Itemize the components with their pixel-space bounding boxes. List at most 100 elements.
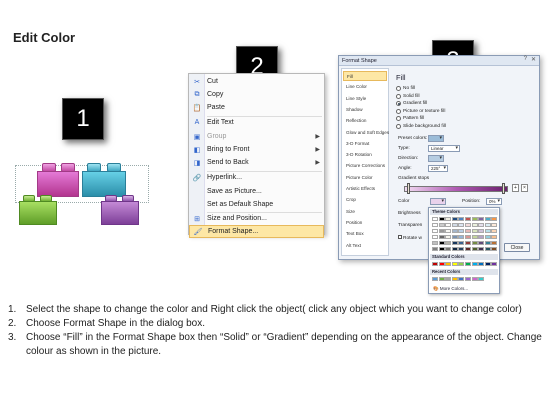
recent-color-swatch[interactable] bbox=[478, 277, 485, 281]
nav-item-position[interactable]: Position bbox=[343, 218, 387, 228]
theme-color-swatch[interactable] bbox=[465, 229, 471, 233]
menu-item-size-and-position[interactable]: ⊞ Size and Position... bbox=[189, 212, 324, 225]
theme-color-swatch[interactable] bbox=[445, 241, 452, 245]
close-icon[interactable]: ✕ bbox=[531, 56, 536, 63]
nav-item-line-color[interactable]: Line Color bbox=[343, 82, 387, 92]
standard-color-swatch[interactable] bbox=[465, 262, 471, 266]
radio-gradient-fill[interactable]: Gradient fill bbox=[396, 100, 427, 107]
theme-color-swatch[interactable] bbox=[432, 247, 438, 251]
nav-item-fill[interactable]: Fill bbox=[343, 71, 387, 81]
theme-color-swatch[interactable] bbox=[458, 241, 465, 245]
add-stop-icon[interactable]: + bbox=[512, 184, 519, 192]
theme-color-swatch[interactable] bbox=[432, 235, 438, 239]
radio-button[interactable] bbox=[396, 93, 401, 99]
position-input[interactable]: 0% bbox=[486, 198, 502, 205]
theme-color-swatch[interactable] bbox=[451, 247, 458, 251]
cyan-block[interactable] bbox=[82, 163, 126, 197]
standard-color-swatch[interactable] bbox=[432, 262, 438, 266]
theme-color-swatch[interactable] bbox=[438, 247, 445, 251]
theme-color-swatch[interactable] bbox=[484, 217, 491, 221]
radio-button[interactable] bbox=[396, 86, 401, 91]
theme-color-swatch[interactable] bbox=[491, 217, 498, 221]
theme-color-swatch[interactable] bbox=[432, 241, 438, 245]
theme-color-swatch[interactable] bbox=[484, 229, 491, 233]
standard-color-swatch[interactable] bbox=[458, 262, 465, 266]
radio-no-fill[interactable]: No fill bbox=[396, 85, 415, 92]
theme-color-swatch[interactable] bbox=[484, 247, 491, 251]
theme-color-swatch[interactable] bbox=[438, 229, 445, 233]
gradient-stop-right[interactable] bbox=[502, 183, 505, 194]
nav-item-picture-corrections[interactable]: Picture Corrections bbox=[343, 161, 387, 171]
theme-color-swatch[interactable] bbox=[471, 217, 478, 221]
radio-pattern-fill[interactable]: Pattern fill bbox=[396, 115, 424, 122]
menu-item-set-as-default-shape[interactable]: Set as Default Shape bbox=[189, 198, 324, 211]
nav-item-3-d-format[interactable]: 3-D Format bbox=[343, 139, 387, 149]
nav-item-3-d-rotation[interactable]: 3-D Rotation bbox=[343, 150, 387, 160]
nav-item-picture-color[interactable]: Picture Color bbox=[343, 173, 387, 183]
theme-color-swatch[interactable] bbox=[478, 241, 485, 245]
radio-solid-fill[interactable]: Solid fill bbox=[396, 93, 420, 100]
nav-item-artistic-effects[interactable]: Artistic Effects bbox=[343, 184, 387, 194]
theme-color-swatch[interactable] bbox=[471, 229, 478, 233]
theme-color-swatch[interactable] bbox=[471, 223, 478, 227]
nav-item-alt-text[interactable]: Alt Text bbox=[343, 241, 387, 251]
theme-color-swatch[interactable] bbox=[451, 229, 458, 233]
standard-color-swatch[interactable] bbox=[491, 262, 498, 266]
more-colors-link[interactable]: 🎨 More Colors... bbox=[433, 286, 468, 292]
building-blocks-shapes[interactable] bbox=[15, 163, 150, 230]
menu-item-hyperlink[interactable]: 🔗 Hyperlink... bbox=[189, 171, 324, 184]
green-block[interactable] bbox=[19, 195, 57, 225]
radio-picture-or-texture-fill[interactable]: Picture or texture fill bbox=[396, 108, 445, 115]
rotate-checkbox-label[interactable]: Rotate w bbox=[398, 235, 422, 241]
recent-color-swatch[interactable] bbox=[438, 277, 445, 281]
radio-button[interactable] bbox=[396, 123, 401, 129]
nav-item-size[interactable]: Size bbox=[343, 207, 387, 217]
theme-color-swatch[interactable] bbox=[491, 247, 498, 251]
theme-color-swatch[interactable] bbox=[491, 241, 498, 245]
theme-color-swatch[interactable] bbox=[478, 217, 485, 221]
theme-color-swatch[interactable] bbox=[458, 217, 465, 221]
theme-color-swatch[interactable] bbox=[458, 247, 465, 251]
theme-color-swatch[interactable] bbox=[458, 223, 465, 227]
recent-color-swatch[interactable] bbox=[465, 277, 471, 281]
rotate-checkbox[interactable] bbox=[398, 235, 402, 239]
theme-color-swatch[interactable] bbox=[491, 229, 498, 233]
theme-color-swatch[interactable] bbox=[445, 223, 452, 227]
theme-color-swatch[interactable] bbox=[458, 235, 465, 239]
nav-item-text-box[interactable]: Text Box bbox=[343, 229, 387, 239]
standard-color-swatch[interactable] bbox=[471, 262, 478, 266]
theme-color-swatch[interactable] bbox=[478, 235, 485, 239]
color-dropdown[interactable] bbox=[430, 198, 446, 205]
theme-color-swatch[interactable] bbox=[445, 247, 452, 251]
radio-button[interactable] bbox=[396, 116, 401, 121]
menu-item-paste[interactable]: 📋 Paste bbox=[189, 101, 324, 114]
theme-color-swatch[interactable] bbox=[451, 235, 458, 239]
theme-color-swatch[interactable] bbox=[484, 241, 491, 245]
theme-color-swatch[interactable] bbox=[445, 235, 452, 239]
theme-color-swatch[interactable] bbox=[471, 235, 478, 239]
theme-color-swatch[interactable] bbox=[465, 217, 471, 221]
theme-color-swatch[interactable] bbox=[445, 229, 452, 233]
theme-color-swatch[interactable] bbox=[471, 247, 478, 251]
recent-color-swatch[interactable] bbox=[458, 277, 465, 281]
theme-color-swatch[interactable] bbox=[445, 217, 452, 221]
theme-color-swatch[interactable] bbox=[465, 223, 471, 227]
theme-color-swatch[interactable] bbox=[478, 247, 485, 251]
nav-item-shadow[interactable]: Shadow bbox=[343, 105, 387, 115]
direction-dropdown[interactable] bbox=[428, 154, 444, 162]
purple-block[interactable] bbox=[101, 195, 139, 225]
menu-item-bring-to-front[interactable]: ◧ Bring to Front ▶ bbox=[189, 143, 324, 156]
theme-color-swatch[interactable] bbox=[471, 241, 478, 245]
theme-color-swatch[interactable] bbox=[484, 235, 491, 239]
menu-item-cut[interactable]: ✂ Cut bbox=[189, 75, 324, 88]
recent-color-swatch[interactable] bbox=[445, 277, 452, 281]
theme-color-swatch[interactable] bbox=[432, 229, 438, 233]
theme-color-swatch[interactable] bbox=[438, 241, 445, 245]
standard-color-swatch[interactable] bbox=[484, 262, 491, 266]
nav-item-reflection[interactable]: Reflection bbox=[343, 116, 387, 126]
standard-color-swatch[interactable] bbox=[445, 262, 452, 266]
theme-color-swatch[interactable] bbox=[438, 217, 445, 221]
theme-color-swatch[interactable] bbox=[491, 235, 498, 239]
recent-color-swatch[interactable] bbox=[471, 277, 478, 281]
theme-color-swatch[interactable] bbox=[478, 223, 485, 227]
